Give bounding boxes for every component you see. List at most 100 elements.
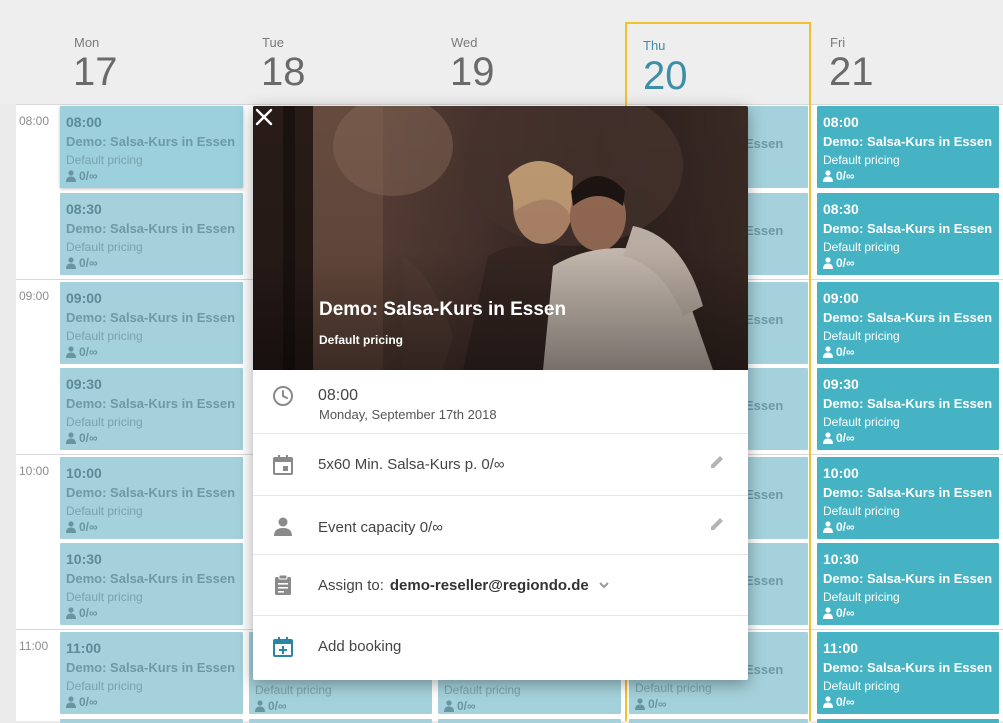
pencil-icon[interactable] [709,516,725,532]
time-label: 09:00 [19,289,50,303]
event-pricing: Default pricing [66,240,143,254]
time-label: 11:00 [19,639,49,653]
person-icon [66,607,76,619]
event-card[interactable]: 11:00 Demo: Salsa-Kurs in Essen Default … [60,632,243,714]
event-card[interactable]: 08:30 Demo: Salsa-Kurs in Essen Default … [60,193,243,275]
event-pricing: Default pricing [823,504,900,518]
event-name: Demo: Salsa-Kurs in Essen [66,134,236,149]
event-pricing: Default pricing [66,679,143,693]
day-number: 21 [829,50,874,94]
event-card[interactable]: 08:00 Demo: Salsa-Kurs in Essen Default … [817,106,999,188]
event-capacity: 0/∞ [823,606,999,620]
event-capacity: 0/∞ [823,345,999,359]
event-time: 10:30 [823,551,859,567]
event-card[interactable]: 10:30 Demo: Salsa-Kurs in Essen Default … [817,543,999,625]
day-header-fri[interactable]: Fri 21 [816,0,1003,104]
event-card[interactable]: 09:00 Demo: Salsa-Kurs in Essen Default … [817,282,999,364]
event-name: Demo: Salsa-Kurs in Essen [66,485,236,500]
clock-icon [273,386,293,406]
ticket-row[interactable]: 5x60 Min. Salsa-Kurs p. 0/∞ [253,434,748,496]
event-pricing: Default pricing [66,153,143,167]
event-date: Monday, September 17th 2018 [319,407,497,422]
event-card[interactable]: 10:30 Demo: Salsa-Kurs in Essen Default … [60,543,243,625]
event-capacity: 0/∞ [444,699,621,713]
event-name: Demo: Salsa-Kurs in Essen [66,221,236,236]
person-icon [823,257,833,269]
add-booking-link[interactable]: Add booking [318,638,401,655]
event-name: Demo: Salsa-Kurs in Essen [823,485,993,500]
day-header-mon[interactable]: Mon 17 [60,0,248,104]
close-icon[interactable] [253,106,275,128]
event-card[interactable]: 08:30 Demo: Salsa-Kurs in Essen Default … [817,193,999,275]
event-pricing: Default pricing [823,590,900,604]
event-name: Demo: Salsa-Kurs in Essen [66,310,236,325]
event-time: 09:00 [66,290,102,306]
assign-control[interactable]: Assign to: demo-reseller@regiondo.de [318,577,609,594]
event-pricing: Default pricing [66,329,143,343]
event-card[interactable]: 09:30 Demo: Salsa-Kurs in Essen Default … [60,368,243,450]
event-capacity: 0/∞ [823,431,999,445]
event-card[interactable] [249,719,432,723]
person-icon [823,521,833,533]
person-icon [66,696,76,708]
time-row: 08:00 Monday, September 17th 2018 [253,370,748,434]
event-card[interactable]: 09:30 Demo: Salsa-Kurs in Essen Default … [817,368,999,450]
day-header-tue[interactable]: Tue 18 [248,0,437,104]
day-number: 19 [450,50,495,94]
day-number: 18 [261,50,306,94]
person-icon [66,432,76,444]
day-name: Wed [451,35,478,50]
pencil-icon[interactable] [709,454,725,470]
assign-select[interactable]: demo-reseller@regiondo.de [390,577,589,594]
event-card[interactable] [629,719,808,723]
event-time: 10:30 [66,551,102,567]
person-icon [274,517,292,536]
day-header-thu-today[interactable]: Thu 20 [625,22,811,104]
add-booking-row[interactable]: Add booking [253,616,748,680]
person-icon [823,346,833,358]
event-card[interactable]: 10:00 Demo: Salsa-Kurs in Essen Default … [817,457,999,539]
calendar-icon [273,455,293,475]
popup-title: Demo: Salsa-Kurs in Essen [319,299,567,320]
event-capacity: 0/∞ [66,606,243,620]
capacity-row[interactable]: Event capacity 0/∞ [253,496,748,555]
event-card[interactable]: 08:00 Demo: Salsa-Kurs in Essen Default … [60,106,243,188]
person-icon [823,607,833,619]
event-name: Demo: Salsa-Kurs in Essen [66,660,236,675]
day-header-wed[interactable]: Wed 19 [437,0,625,104]
event-card[interactable] [60,719,243,723]
event-card[interactable]: 10:00 Demo: Salsa-Kurs in Essen Default … [60,457,243,539]
event-card[interactable]: 09:00 Demo: Salsa-Kurs in Essen Default … [60,282,243,364]
day-name: Tue [262,35,284,50]
event-pricing: Default pricing [66,504,143,518]
event-card[interactable] [817,719,999,723]
calendar-add-icon [273,637,293,657]
event-hero-image: Demo: Salsa-Kurs in Essen Default pricin… [253,106,748,370]
person-icon [823,170,833,182]
event-pricing: Default pricing [823,240,900,254]
hero-shade [253,106,748,370]
event-capacity: 0/∞ [66,256,243,270]
event-pricing: Default pricing [823,153,900,167]
event-time: 08:00 [66,114,102,130]
person-icon [823,432,833,444]
event-time: 08:00 [318,387,359,404]
time-label: 10:00 [19,464,50,478]
event-time: 08:30 [66,201,102,217]
clipboard-icon [275,574,291,595]
event-pricing: Default pricing [823,679,900,693]
capacity-label: Event capacity 0/∞ [318,519,443,536]
event-name: Demo: Salsa-Kurs in Essen [66,571,236,586]
event-capacity: 0/∞ [66,520,243,534]
event-capacity: 0/∞ [66,169,243,183]
event-time: 10:00 [66,465,102,481]
event-capacity: 0/∞ [255,699,432,713]
event-time: 10:00 [823,465,859,481]
person-icon [823,696,833,708]
person-icon [255,700,265,712]
event-card[interactable] [438,719,621,723]
chevron-down-icon[interactable] [599,581,609,589]
event-time: 11:00 [66,640,102,656]
event-card[interactable]: 11:00 Demo: Salsa-Kurs in Essen Default … [817,632,999,714]
person-icon [66,346,76,358]
